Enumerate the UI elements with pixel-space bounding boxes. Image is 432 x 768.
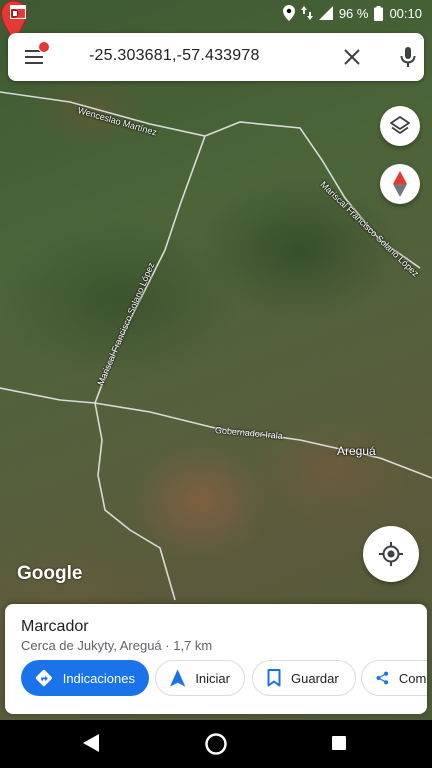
bookmark-icon	[267, 669, 281, 687]
directions-label: Indicaciones	[62, 670, 135, 686]
start-navigation-button[interactable]: Iniciar	[155, 660, 245, 696]
share-button[interactable]: Compartir	[361, 660, 427, 696]
clear-search-button[interactable]	[340, 45, 364, 69]
google-logo: Google	[17, 563, 83, 584]
share-icon	[376, 671, 389, 685]
navigation-arrow-icon	[170, 669, 186, 687]
place-title: Marcador	[21, 618, 89, 635]
recents-icon[interactable]	[332, 736, 346, 750]
my-location-button[interactable]	[363, 526, 419, 582]
microphone-icon	[400, 47, 416, 67]
close-icon	[344, 49, 360, 65]
signal-icon	[318, 6, 333, 20]
road-south	[94, 402, 176, 601]
system-navigation-bar	[0, 720, 432, 768]
start-label: Iniciar	[195, 670, 230, 686]
directions-button[interactable]: Indicaciones	[21, 660, 149, 696]
menu-button[interactable]	[22, 41, 50, 69]
road-wenceslao	[0, 91, 421, 269]
voice-search-button[interactable]	[396, 45, 420, 69]
compass-button[interactable]	[380, 164, 420, 204]
status-bar: 96 % 00:10	[0, 0, 432, 26]
battery-percent: 96 %	[338, 5, 369, 21]
clock: 00:10	[389, 5, 422, 21]
place-subtitle: Cerca de Jukyty, Areguá · 1,7 km	[21, 638, 213, 653]
layers-icon	[390, 116, 410, 134]
search-bar[interactable]: -25.303681,-57.433978	[8, 33, 424, 81]
data-transfer-icon	[300, 6, 313, 20]
home-icon[interactable]	[204, 732, 228, 756]
location-status-icon	[282, 5, 295, 21]
save-button[interactable]: Guardar	[252, 660, 356, 696]
save-label: Guardar	[291, 670, 339, 686]
search-input[interactable]: -25.303681,-57.433978	[89, 47, 260, 65]
compass-icon	[393, 171, 407, 197]
notification-dot	[38, 41, 50, 53]
place-label-aregua: Areguá	[337, 444, 376, 458]
directions-icon	[35, 669, 52, 687]
my-location-icon	[379, 542, 403, 566]
notification-app-icon	[10, 5, 26, 19]
place-card[interactable]: Marcador Cerca de Jukyty, Areguá · 1,7 k…	[5, 604, 427, 714]
layers-button[interactable]	[380, 106, 420, 146]
battery-icon	[374, 5, 384, 21]
share-label: Compartir	[398, 670, 427, 686]
back-icon[interactable]	[82, 733, 100, 753]
